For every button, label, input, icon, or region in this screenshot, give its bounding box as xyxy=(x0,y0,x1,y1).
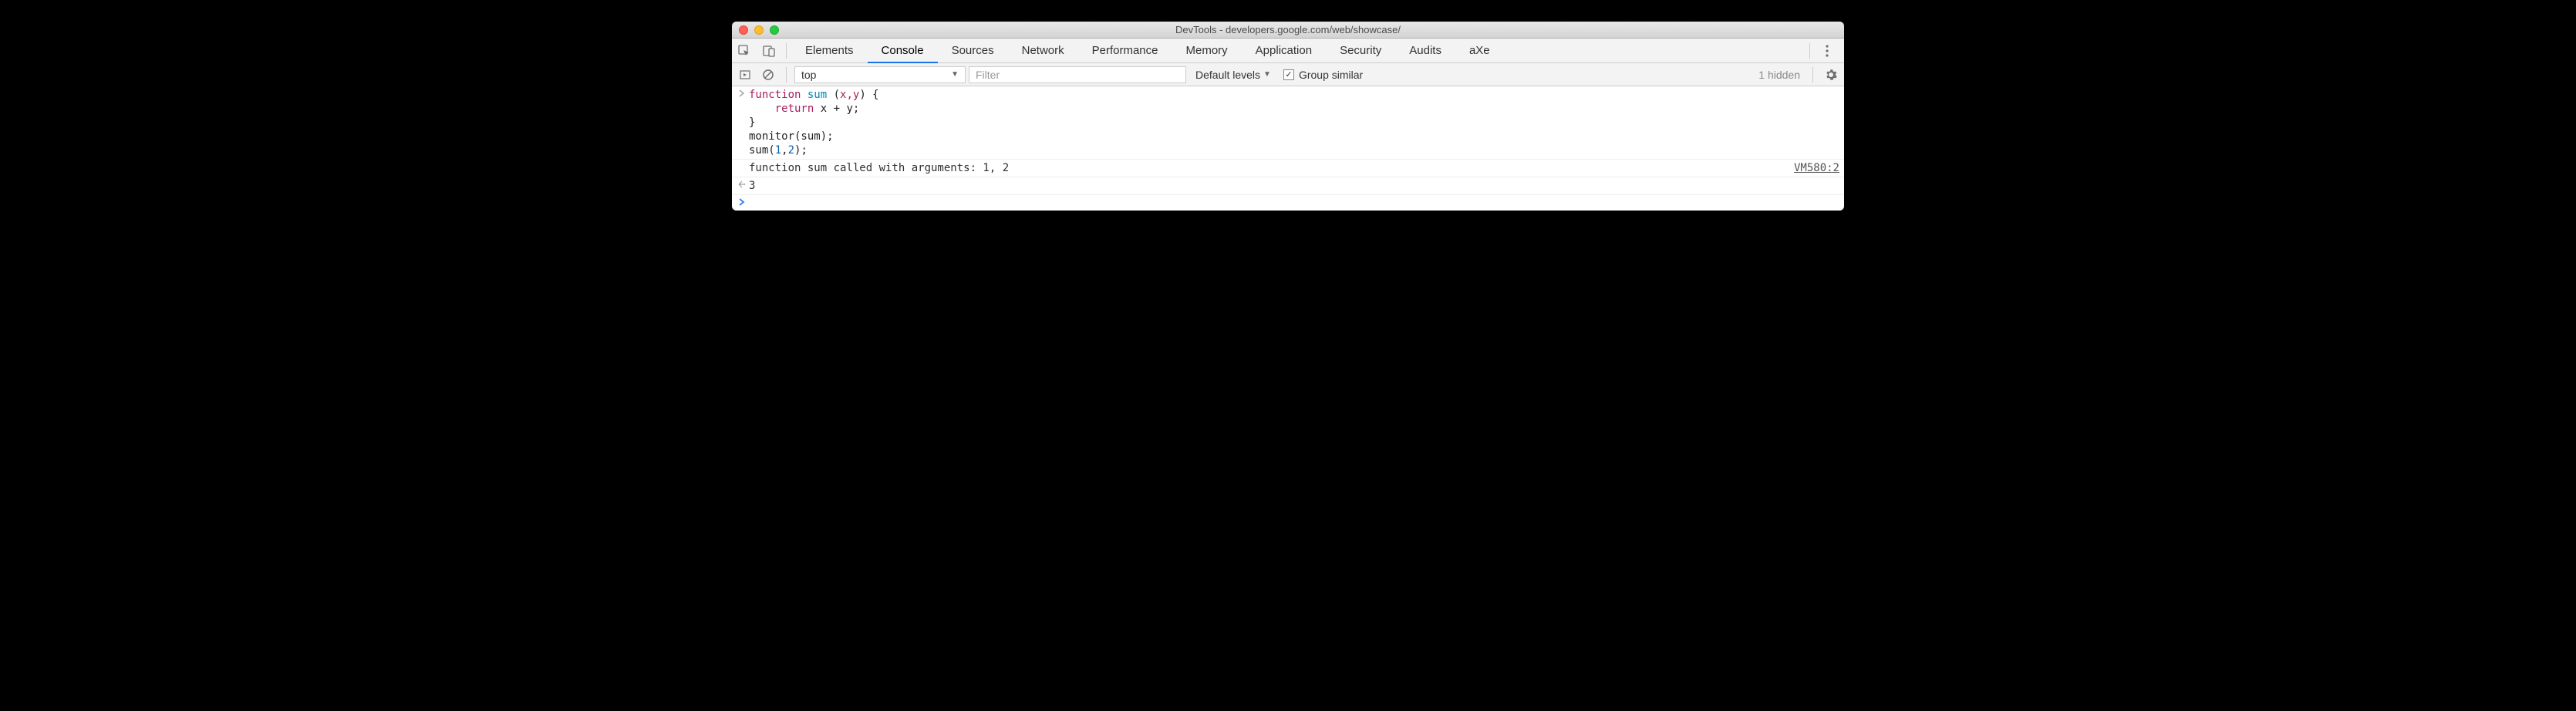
console-prompt-row[interactable] xyxy=(732,195,1844,211)
chevron-down-icon: ▼ xyxy=(1263,70,1271,79)
result-icon xyxy=(735,179,749,193)
tab-application[interactable]: Application xyxy=(1242,39,1326,62)
separator xyxy=(786,67,787,83)
group-similar-checkbox[interactable]: ✓ Group similar xyxy=(1283,69,1363,81)
traffic-lights xyxy=(732,25,779,35)
group-similar-label: Group similar xyxy=(1299,69,1363,81)
console-toolbar: top ▼ Default levels ▼ ✓ Group similar 1… xyxy=(732,63,1844,86)
device-toolbar-icon[interactable] xyxy=(757,39,781,63)
tab-axe[interactable]: aXe xyxy=(1455,39,1504,62)
tab-memory[interactable]: Memory xyxy=(1172,39,1242,62)
checkbox-icon: ✓ xyxy=(1283,69,1294,80)
separator xyxy=(1812,67,1813,83)
separator xyxy=(786,43,787,59)
tab-label: Network xyxy=(1022,44,1064,57)
minimize-window-button[interactable] xyxy=(754,25,764,35)
tab-label: aXe xyxy=(1469,44,1490,57)
log-source-link[interactable]: VM580:2 xyxy=(1779,161,1839,175)
tab-label: Application xyxy=(1256,44,1312,57)
log-message: function sum called with arguments: 1, 2 xyxy=(749,161,1779,175)
more-options-icon[interactable] xyxy=(1815,39,1839,63)
context-select[interactable]: top ▼ xyxy=(794,66,966,83)
window-title: DevTools - developers.google.com/web/sho… xyxy=(732,24,1844,35)
console-log-row: function sum called with arguments: 1, 2… xyxy=(732,160,1844,177)
log-levels-select[interactable]: Default levels ▼ xyxy=(1189,66,1274,83)
context-label: top xyxy=(801,69,816,81)
tab-label: Performance xyxy=(1092,44,1158,57)
tab-label: Audits xyxy=(1409,44,1441,57)
tab-label: Memory xyxy=(1186,44,1228,57)
hidden-count[interactable]: 1 hidden xyxy=(1758,69,1800,81)
tab-security[interactable]: Security xyxy=(1326,39,1395,62)
chevron-down-icon: ▼ xyxy=(951,70,959,79)
close-window-button[interactable] xyxy=(739,25,748,35)
tab-label: Security xyxy=(1340,44,1381,57)
tab-network[interactable]: Network xyxy=(1008,39,1078,62)
input-prompt-icon xyxy=(735,88,749,157)
tab-audits[interactable]: Audits xyxy=(1395,39,1455,62)
tab-sources[interactable]: Sources xyxy=(938,39,1008,62)
maximize-window-button[interactable] xyxy=(770,25,779,35)
window-titlebar: DevTools - developers.google.com/web/sho… xyxy=(732,22,1844,39)
panel-tabs: Elements Console Sources Network Perform… xyxy=(791,39,1504,62)
separator xyxy=(1809,43,1810,59)
input-code: function sum (x,y) { return x + y; } mon… xyxy=(749,88,1839,157)
prompt-input[interactable] xyxy=(749,197,1839,209)
prompt-icon xyxy=(735,197,749,209)
levels-label: Default levels xyxy=(1195,69,1260,81)
tab-label: Console xyxy=(882,44,924,57)
tab-label: Elements xyxy=(805,44,854,57)
console-result-row: 3 xyxy=(732,177,1844,195)
clear-console-icon[interactable] xyxy=(758,62,778,87)
devtools-window: DevTools - developers.google.com/web/sho… xyxy=(732,22,1844,211)
console-input-row[interactable]: function sum (x,y) { return x + y; } mon… xyxy=(732,86,1844,160)
tab-performance[interactable]: Performance xyxy=(1078,39,1172,62)
log-gutter xyxy=(735,161,749,175)
result-value: 3 xyxy=(749,179,1839,193)
tab-elements[interactable]: Elements xyxy=(791,39,868,62)
tab-label: Sources xyxy=(952,44,994,57)
inspect-element-icon[interactable] xyxy=(732,39,757,63)
panel-tabs-bar: Elements Console Sources Network Perform… xyxy=(732,39,1844,63)
console-body: function sum (x,y) { return x + y; } mon… xyxy=(732,86,1844,211)
settings-icon[interactable] xyxy=(1821,62,1841,87)
filter-input[interactable] xyxy=(969,66,1186,83)
show-sidebar-icon[interactable] xyxy=(735,62,755,87)
tab-console[interactable]: Console xyxy=(868,39,938,62)
